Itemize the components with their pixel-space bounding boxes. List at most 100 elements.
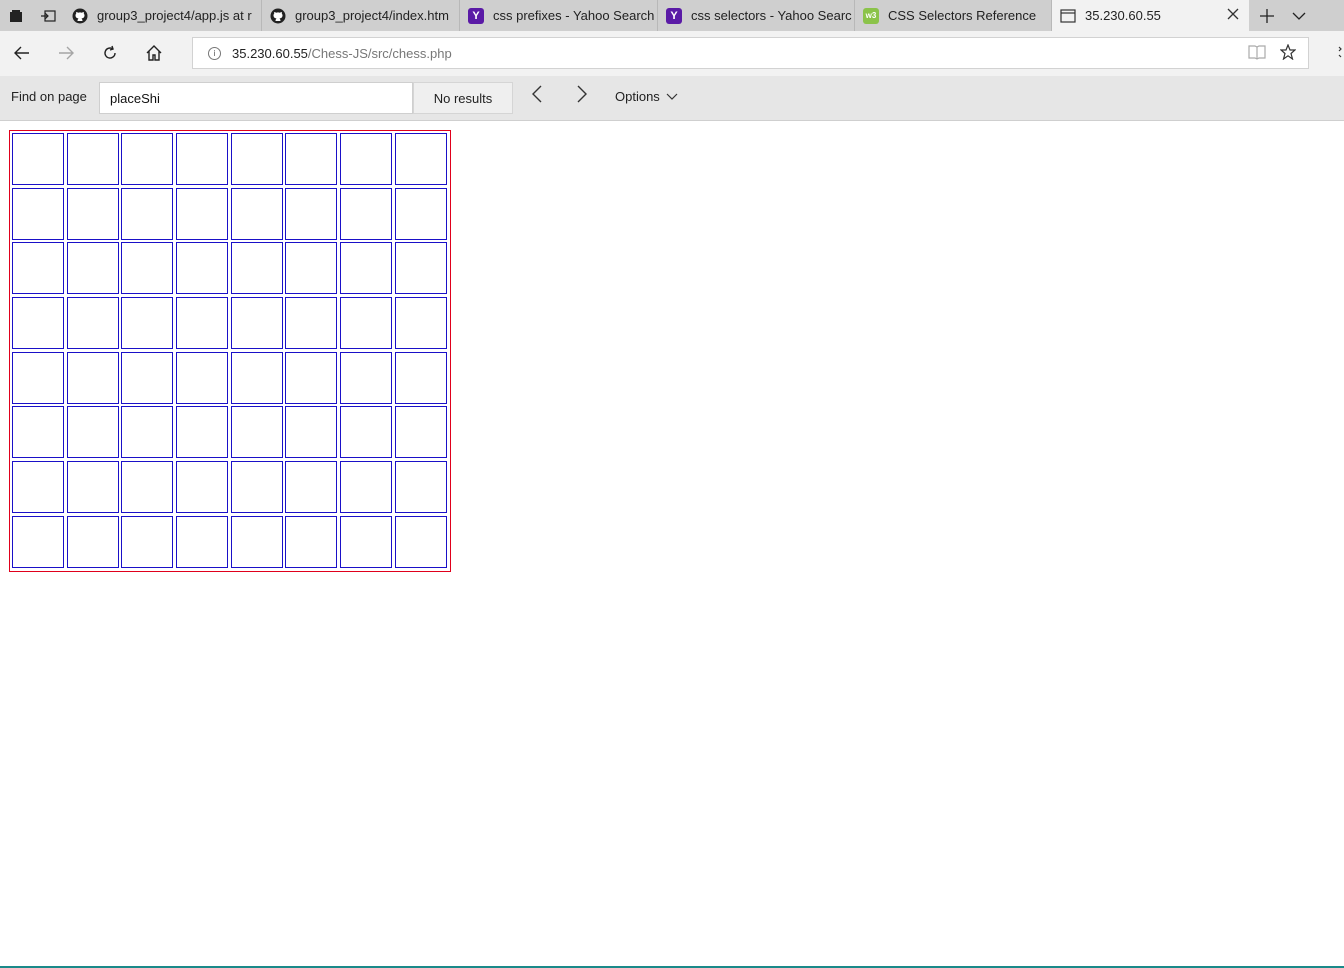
board-cell[interactable] xyxy=(230,515,283,568)
back-arrow-icon[interactable] xyxy=(6,39,38,67)
board-cell[interactable] xyxy=(66,461,119,514)
board-cell[interactable] xyxy=(285,297,338,350)
url-host: 35.230.60.55 xyxy=(232,46,308,61)
board-cell[interactable] xyxy=(12,297,64,350)
board-cell[interactable] xyxy=(285,187,338,240)
tab-css-prefixes[interactable]: Y css prefixes - Yahoo Search xyxy=(460,0,658,31)
board-cell[interactable] xyxy=(230,133,283,185)
github-icon xyxy=(72,8,88,24)
board-cell[interactable] xyxy=(12,406,64,459)
find-on-page-bar: Find on page No results Options xyxy=(0,76,1344,121)
board-cell[interactable] xyxy=(394,133,447,185)
tab-title: 35.230.60.55 xyxy=(1085,8,1161,23)
board-cell[interactable] xyxy=(394,351,447,404)
board-cell[interactable] xyxy=(230,461,283,514)
board-cell[interactable] xyxy=(394,297,447,350)
tab-app-js[interactable]: group3_project4/app.js at r xyxy=(64,0,262,31)
board-cell[interactable] xyxy=(121,133,174,185)
site-info-icon[interactable]: i xyxy=(208,47,221,60)
board-cell[interactable] xyxy=(121,515,174,568)
home-icon[interactable] xyxy=(138,39,170,67)
board-cell[interactable] xyxy=(340,297,393,350)
board-cell[interactable] xyxy=(340,406,393,459)
board-cell[interactable] xyxy=(176,461,229,514)
address-bar[interactable]: i 35.230.60.55/Chess-JS/src/chess.php xyxy=(192,37,1309,69)
w3schools-icon: w3 xyxy=(863,7,879,24)
board-cell[interactable] xyxy=(394,461,447,514)
board-cell[interactable] xyxy=(230,242,283,295)
previous-result-chevron-left-icon[interactable] xyxy=(532,85,542,109)
board-cell[interactable] xyxy=(176,242,229,295)
board-cell[interactable] xyxy=(176,187,229,240)
tab-css-selectors[interactable]: Y css selectors - Yahoo Searc xyxy=(658,0,855,31)
yahoo-icon: Y xyxy=(666,7,682,24)
board-cell[interactable] xyxy=(340,187,393,240)
find-input[interactable] xyxy=(99,82,413,114)
board-cell[interactable] xyxy=(285,351,338,404)
board-cell[interactable] xyxy=(66,187,119,240)
board-cell[interactable] xyxy=(394,515,447,568)
reading-view-icon[interactable] xyxy=(1248,44,1266,65)
board-cell[interactable] xyxy=(66,406,119,459)
board-cell[interactable] xyxy=(230,406,283,459)
board-cell[interactable] xyxy=(230,351,283,404)
board-cell[interactable] xyxy=(66,515,119,568)
board-cell[interactable] xyxy=(176,297,229,350)
tab-title: group3_project4/app.js at r xyxy=(97,8,252,23)
board-cell[interactable] xyxy=(176,351,229,404)
board-cell[interactable] xyxy=(121,351,174,404)
board-cell[interactable] xyxy=(230,187,283,240)
tab-css-selectors-reference[interactable]: w3 CSS Selectors Reference xyxy=(855,0,1052,31)
board-cell[interactable] xyxy=(66,297,119,350)
tab-manager-icon[interactable] xyxy=(0,0,32,31)
board-cell[interactable] xyxy=(340,515,393,568)
board-cell[interactable] xyxy=(394,242,447,295)
board-cell[interactable] xyxy=(340,133,393,185)
tab-list-chevron-down-icon[interactable] xyxy=(1284,0,1314,31)
url-text[interactable]: 35.230.60.55/Chess-JS/src/chess.php xyxy=(232,46,452,61)
board-cell[interactable] xyxy=(12,461,64,514)
board-cell[interactable] xyxy=(285,133,338,185)
new-tab-icon[interactable] xyxy=(1252,0,1282,31)
tab-index-htm[interactable]: group3_project4/index.htm xyxy=(262,0,460,31)
board-cell[interactable] xyxy=(121,297,174,350)
board-cell[interactable] xyxy=(12,187,64,240)
board-cell[interactable] xyxy=(66,351,119,404)
set-tabs-aside-icon[interactable] xyxy=(32,0,64,31)
board-cell[interactable] xyxy=(66,242,119,295)
board-cell[interactable] xyxy=(285,242,338,295)
navigation-toolbar: i 35.230.60.55/Chess-JS/src/chess.php xyxy=(0,31,1344,76)
forward-arrow-icon[interactable] xyxy=(50,39,82,67)
yahoo-icon: Y xyxy=(468,7,484,24)
board-cell[interactable] xyxy=(340,242,393,295)
favorite-star-icon[interactable] xyxy=(1279,43,1297,65)
refresh-icon[interactable] xyxy=(94,39,126,67)
board-cell[interactable] xyxy=(12,515,64,568)
board-cell[interactable] xyxy=(121,461,174,514)
board-cell[interactable] xyxy=(285,406,338,459)
board-cell[interactable] xyxy=(176,515,229,568)
board-cell[interactable] xyxy=(285,461,338,514)
find-label: Find on page xyxy=(11,89,87,104)
board-cell[interactable] xyxy=(121,242,174,295)
tab-active-page[interactable]: 35.230.60.55 xyxy=(1052,0,1249,31)
board-cell[interactable] xyxy=(121,406,174,459)
board-cell[interactable] xyxy=(66,133,119,185)
find-options-button[interactable]: Options xyxy=(615,89,678,104)
board-cell[interactable] xyxy=(176,406,229,459)
more-actions-icon[interactable] xyxy=(1330,39,1344,67)
board-cell[interactable] xyxy=(285,515,338,568)
board-cell[interactable] xyxy=(12,351,64,404)
board-cell[interactable] xyxy=(340,461,393,514)
board-cell[interactable] xyxy=(340,351,393,404)
board-cell[interactable] xyxy=(394,406,447,459)
board-cell[interactable] xyxy=(12,133,64,185)
board-cell[interactable] xyxy=(12,242,64,295)
board-cell[interactable] xyxy=(394,187,447,240)
board-cell[interactable] xyxy=(121,187,174,240)
board-cell[interactable] xyxy=(176,133,229,185)
page-icon xyxy=(1060,8,1076,24)
next-result-chevron-right-icon[interactable] xyxy=(577,85,587,109)
close-tab-icon[interactable] xyxy=(1227,7,1239,25)
board-cell[interactable] xyxy=(230,297,283,350)
